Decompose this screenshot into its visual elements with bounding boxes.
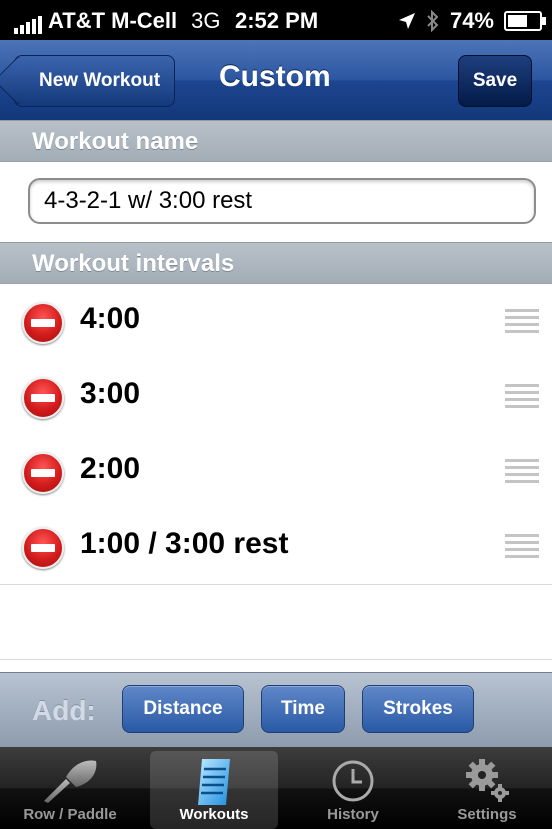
reorder-handle-icon[interactable] [505,384,539,408]
battery-icon [504,11,546,31]
workout-intervals-header: Workout intervals [0,242,552,284]
tab-workouts[interactable]: Workouts [150,751,278,829]
tab-label: Workouts [179,806,249,823]
carrier-name: AT&T M-Cell [48,8,178,33]
workout-name-input[interactable]: 4-3-2-1 w/ 3:00 rest [28,178,536,224]
add-strokes-button[interactable]: Strokes [362,685,474,733]
reorder-handle-icon[interactable] [505,534,539,558]
navigation-bar: New Workout Custom Save [0,40,552,121]
interval-label: 1:00 / 3:00 rest [80,527,289,560]
bluetooth-icon [427,10,439,32]
interval-row[interactable]: 1:00 / 3:00 rest [0,509,552,585]
add-time-button[interactable]: Time [261,685,345,733]
status-bar: AT&T M-Cell 3G 2:52 PM 74% [0,0,552,40]
tab-row-paddle[interactable]: Row / Paddle [8,751,132,829]
interval-label: 2:00 [80,452,141,485]
tab-label: Settings [457,806,517,823]
battery-percent: 74% [449,8,494,33]
interval-row[interactable]: 3:00 [0,359,552,435]
delete-icon[interactable] [22,302,64,344]
tab-history[interactable]: History [294,751,412,829]
workout-name-header: Workout name [0,120,552,162]
empty-row [0,584,552,660]
workout-name-area: 4-3-2-1 w/ 3:00 rest [0,162,552,242]
interval-row[interactable]: 4:00 [0,284,552,360]
back-button-label: New Workout [39,70,161,91]
gears-icon [466,759,509,802]
paddle-icon [44,760,97,803]
back-button[interactable]: New Workout [14,55,176,107]
clock-icon [332,760,374,802]
delete-icon[interactable] [22,377,64,419]
delete-icon[interactable] [22,527,64,569]
add-label: Add: [32,695,96,726]
reorder-handle-icon[interactable] [505,459,539,483]
add-toolbar: Add: Distance Time Strokes [0,672,552,748]
network-type: 3G [191,8,221,33]
tab-label: Row / Paddle [23,806,117,823]
location-arrow-icon [398,13,415,29]
reorder-handle-icon[interactable] [505,309,539,333]
interval-row[interactable]: 2:00 [0,434,552,510]
save-button[interactable]: Save [458,55,532,107]
interval-label: 4:00 [80,302,141,335]
status-time: 2:52 PM [235,8,319,33]
signal-bars-icon [14,16,42,34]
add-distance-button[interactable]: Distance [122,685,244,733]
tab-label: History [327,806,379,823]
page-title: Custom [219,60,331,93]
delete-icon[interactable] [22,452,64,494]
tab-bar: Row / Paddle Workouts History Settings [0,747,552,829]
tab-settings[interactable]: Settings [428,751,546,829]
interval-label: 3:00 [80,377,141,410]
notepad-icon [198,759,230,805]
